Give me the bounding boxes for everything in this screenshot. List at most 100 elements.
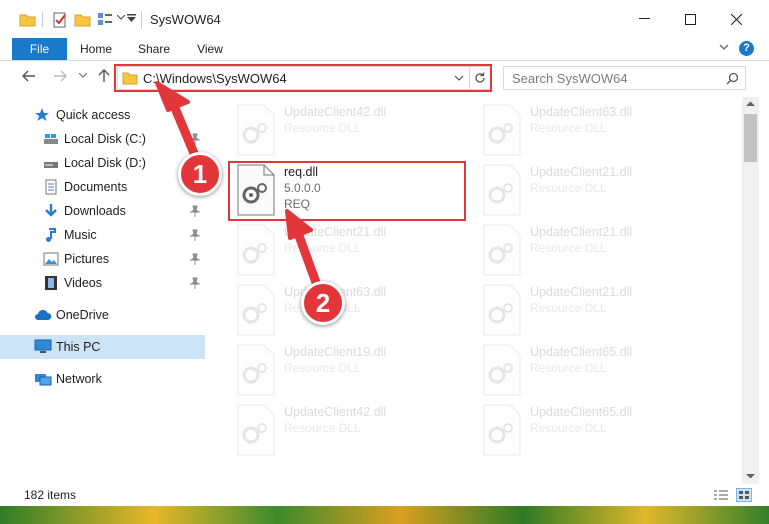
dll-file-icon [483,344,521,396]
file-description: Resource DLL [284,361,361,375]
folder-icon[interactable] [19,12,36,27]
help-icon[interactable]: ? [739,41,754,56]
view-options-icon[interactable] [97,12,113,27]
video-icon [45,276,57,290]
toolbar-divider [42,12,43,27]
scrollbar-thumb[interactable] [744,114,757,162]
up-arrow-icon[interactable] [96,68,112,84]
file-item[interactable]: UpdateClient21.dll Resource DLL [480,223,712,277]
sidebar-item-label: Documents [64,180,128,194]
file-name: UpdateClient19.dll [284,345,387,359]
file-item[interactable]: UpdateClient21.dll Resource DLL [234,223,466,277]
network-icon [35,374,52,386]
title-bar: SysWOW64 [0,0,769,38]
file-item[interactable]: UpdateClient42.dll Resource DLL [234,103,466,157]
file-name: UpdateClient63.dll [530,105,633,119]
file-name: UpdateClient65.dll [530,345,633,359]
sidebar-item-label: Local Disk (D:) [64,156,146,170]
sidebar-item-onedrive[interactable]: OneDrive [0,303,205,327]
details-view-icon[interactable] [713,489,729,502]
item-count: 182 items [24,488,77,502]
vertical-scrollbar[interactable] [742,97,759,487]
forward-arrow-icon[interactable] [52,68,68,84]
file-item[interactable]: UpdateClient63.dll Resource DLL [234,283,466,337]
search-icon[interactable] [726,72,739,85]
navigation-pane: Quick access Local Disk (C:) Local Disk … [0,97,205,467]
pin-icon [189,205,201,217]
tab-share[interactable]: Share [128,38,180,60]
dll-file-icon [483,164,521,216]
file-name: UpdateClient42.dll [284,405,387,419]
recent-locations-icon[interactable] [79,73,87,79]
file-item[interactable]: UpdateClient21.dll Resource DLL [480,163,712,217]
dll-file-icon [237,404,275,456]
sidebar-item-label: Downloads [64,204,126,218]
sidebar-item-downloads[interactable]: Downloads [0,199,205,223]
sidebar-item-label: Quick access [56,108,131,122]
documents-icon [45,179,57,195]
maximize-icon [684,13,696,25]
tab-file[interactable]: File [12,38,67,60]
sidebar-item-label: Local Disk (C:) [64,132,146,146]
sidebar-item-label: Videos [64,276,102,290]
file-item[interactable]: UpdateClient65.dll Resource DLL [480,403,712,457]
dll-file-icon [483,104,521,156]
maximize-button[interactable] [667,0,713,38]
search-box[interactable]: Search SysWOW64 [503,66,746,90]
tiles-view-icon [739,491,749,499]
pin-icon [189,253,201,265]
expand-ribbon-icon[interactable] [718,41,730,53]
file-description: Resource DLL [284,121,361,135]
scroll-down-icon[interactable] [746,473,755,479]
step-badge-1: 1 [178,152,222,196]
pin-icon [189,133,201,145]
sidebar-item-network[interactable]: Network [0,367,205,391]
desktop-background [0,506,769,524]
file-description: Resource DLL [284,421,361,435]
sidebar-item-local-disk-c[interactable]: Local Disk (C:) [0,127,205,151]
file-name: UpdateClient65.dll [530,405,633,419]
chevron-down-icon[interactable] [117,15,125,21]
dll-file-icon [237,284,275,336]
file-item[interactable]: UpdateClient63.dll Resource DLL [480,103,712,157]
sidebar-item-this-pc[interactable]: This PC [0,335,205,359]
file-item[interactable]: UpdateClient42.dll Resource DLL [234,403,466,457]
pictures-icon [43,252,59,266]
dll-file-icon [483,284,521,336]
close-icon [730,13,742,25]
step-badge-2: 2 [301,281,345,325]
download-icon [45,204,57,217]
drive-icon [44,162,58,168]
dll-file-icon [237,344,275,396]
large-icons-view-button[interactable] [736,488,752,502]
file-name: UpdateClient21.dll [284,225,387,239]
window-title: SysWOW64 [150,12,221,27]
file-name: UpdateClient21.dll [530,225,633,239]
properties-icon[interactable] [52,12,68,28]
minimize-button[interactable] [621,0,667,38]
computer-icon [34,339,52,353]
customize-toolbar-icon[interactable] [127,14,136,23]
file-item[interactable]: UpdateClient21.dll Resource DLL [480,283,712,337]
sidebar-item-pictures[interactable]: Pictures [0,247,205,271]
file-description: Resource DLL [530,421,607,435]
search-input[interactable]: Search SysWOW64 [512,71,628,86]
file-item[interactable]: UpdateClient19.dll Resource DLL [234,343,466,397]
sidebar-item-videos[interactable]: Videos [0,271,205,295]
tab-home[interactable]: Home [70,38,122,60]
dll-file-icon [483,224,521,276]
sidebar-item-quick-access[interactable]: Quick access [0,103,205,127]
sidebar-item-documents[interactable]: Documents [0,175,205,199]
sidebar-item-local-disk-d[interactable]: Local Disk (D:) [0,151,205,175]
cloud-icon [35,309,52,320]
tab-view[interactable]: View [186,38,234,60]
ribbon: File Home Share View ? [0,38,769,61]
sidebar-item-label: Music [64,228,97,242]
file-item[interactable]: UpdateClient65.dll Resource DLL [480,343,712,397]
sidebar-item-music[interactable]: Music [0,223,205,247]
back-arrow-icon[interactable] [21,68,37,84]
scroll-up-icon[interactable] [746,101,755,107]
close-button[interactable] [713,0,759,38]
status-bar: 182 items [0,484,769,506]
new-folder-icon[interactable] [74,12,91,27]
